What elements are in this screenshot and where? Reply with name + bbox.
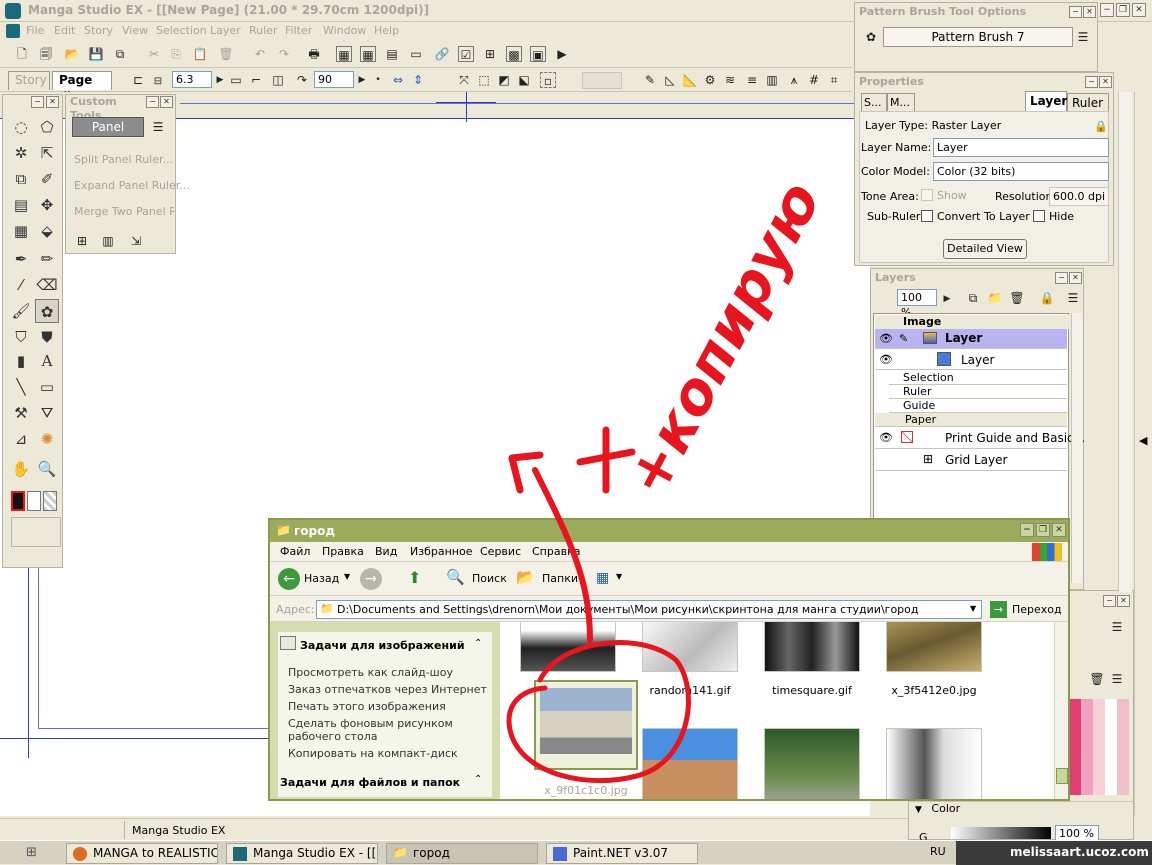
taskbar-item-paintnet[interactable]: Paint.NET v3.07: [546, 843, 698, 864]
manga-icon: [233, 847, 247, 861]
status-divider: [124, 821, 125, 839]
taskbar-firefox-label: MANGA to REALISTIC:...: [93, 846, 218, 860]
annotation-overlay: +копирую: [506, 171, 834, 784]
language-indicator[interactable]: RU: [930, 845, 946, 858]
paintnet-icon: [553, 847, 567, 861]
taskbar-paintnet-label: Paint.NET v3.07: [573, 846, 669, 860]
annotation-circle: [506, 640, 691, 784]
taskbar-item-folder[interactable]: 📁 город: [386, 843, 538, 864]
status-text: Manga Studio EX: [132, 824, 226, 837]
taskbar-manga-label: Manga Studio EX - [[N...: [253, 846, 377, 860]
status-bar: Manga Studio EX: [0, 818, 908, 840]
taskbar-item-manga[interactable]: Manga Studio EX - [[N...: [226, 843, 378, 864]
watermark: melissaart.ucoz.com: [1010, 845, 1149, 859]
annotation-text: +копирую: [612, 171, 834, 507]
taskbar-folder-label: город: [413, 846, 450, 860]
taskbar: ⊞ MANGA to REALISTIC:... Manga Studio EX…: [0, 840, 1152, 865]
firefox-icon: [73, 847, 87, 861]
taskbar-item-firefox[interactable]: MANGA to REALISTIC:...: [66, 843, 218, 864]
annotation-arrow-line: [532, 467, 593, 643]
taskbar-folder-icon: 📁: [393, 845, 408, 859]
start-icon[interactable]: ⊞: [26, 845, 37, 860]
